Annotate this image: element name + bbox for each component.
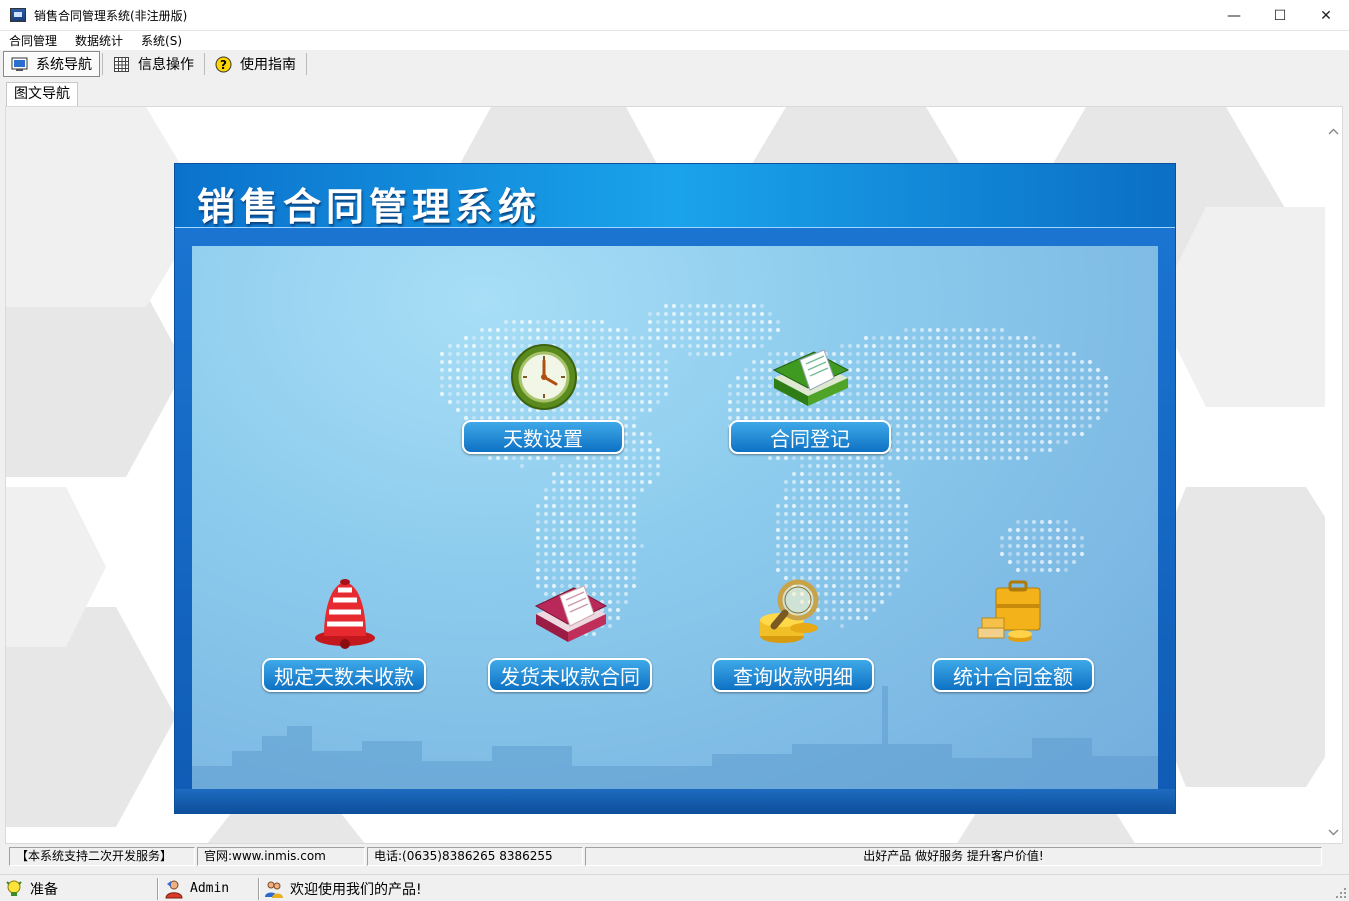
button-label: 统计合同金额 bbox=[953, 664, 1073, 689]
green-book-icon[interactable] bbox=[770, 342, 852, 415]
slogan-text: 出好产品 做好服务 提升客户价值! bbox=[585, 847, 1322, 866]
status-separator bbox=[157, 878, 159, 900]
toolbar-label: 信息操作 bbox=[138, 57, 194, 73]
info-bar: 【本系统支持二次开发服务】 官网:www.inmis.com 电话:(0635)… bbox=[0, 844, 1349, 868]
toolbar-info-ops-button[interactable]: 信息操作 bbox=[105, 51, 202, 77]
query-payment-details-button[interactable]: 查询收款明细 bbox=[712, 658, 874, 692]
website-text: 官网:www.inmis.com bbox=[197, 847, 365, 866]
overdue-unpaid-button[interactable]: 规定天数未收款 bbox=[262, 658, 426, 692]
toolbar-separator bbox=[204, 53, 205, 75]
button-label: 发货未收款合同 bbox=[500, 664, 640, 689]
contract-amount-stats-button[interactable]: 统计合同金额 bbox=[932, 658, 1094, 692]
panel-header: 销售合同管理系统 bbox=[175, 164, 1175, 229]
tab-strip: 图文导航 bbox=[0, 78, 1349, 106]
menu-bar: 合同管理 数据统计 系统(S) bbox=[0, 31, 1349, 50]
close-button[interactable]: ✕ bbox=[1303, 0, 1349, 31]
content-area: 销售合同管理系统 天数设置 合同登记 规定天数未收款 发货未收款合同 查询收款明… bbox=[5, 106, 1343, 844]
user-name: Admin bbox=[190, 881, 230, 896]
user-icon bbox=[164, 879, 184, 899]
button-label: 合同登记 bbox=[770, 426, 850, 451]
scroll-up-arrow-icon[interactable] bbox=[1325, 123, 1342, 140]
maximize-icon: ☐ bbox=[1273, 7, 1287, 24]
users-group-icon bbox=[264, 879, 284, 899]
red-book-icon[interactable] bbox=[532, 580, 610, 653]
toolbar-label: 使用指南 bbox=[240, 57, 296, 73]
status-separator bbox=[258, 878, 260, 900]
title-bar: 销售合同管理系统(非注册版) — ☐ ✕ bbox=[0, 0, 1349, 31]
grid-icon bbox=[113, 56, 130, 72]
toolbar-separator bbox=[306, 53, 307, 75]
scroll-down-arrow-icon[interactable] bbox=[1325, 824, 1342, 841]
status-text: 准备 bbox=[30, 881, 58, 898]
tab-graphic-nav[interactable]: 图文导航 bbox=[6, 82, 78, 106]
toolbar: 系统导航 信息操作 ? 使用指南 bbox=[0, 50, 1349, 78]
app-icon bbox=[10, 8, 26, 22]
status-bar: 准备 Admin 欢迎使用我们的产品! bbox=[0, 874, 1349, 901]
lightbulb-icon bbox=[4, 879, 24, 899]
briefcase-coins-icon[interactable] bbox=[974, 576, 1046, 651]
svg-text:?: ? bbox=[220, 58, 227, 72]
magnifier-coins-icon[interactable] bbox=[752, 576, 828, 651]
support-notice: 【本系统支持二次开发服务】 bbox=[9, 847, 195, 866]
resize-grip-icon[interactable] bbox=[1335, 887, 1347, 899]
menu-data-statistics[interactable]: 数据统计 bbox=[66, 32, 132, 49]
phone-text: 电话:(0635)8386265 8386255 bbox=[367, 847, 583, 866]
panel-stage: 天数设置 合同登记 规定天数未收款 发货未收款合同 查询收款明细 统计合同金额 bbox=[192, 246, 1158, 793]
status-user: Admin bbox=[164, 877, 256, 900]
button-label: 天数设置 bbox=[503, 426, 583, 451]
toolbar-user-guide-button[interactable]: ? 使用指南 bbox=[207, 51, 304, 77]
toolbar-system-nav-button[interactable]: 系统导航 bbox=[3, 51, 100, 77]
panel-footer-band bbox=[175, 789, 1175, 813]
button-label: 查询收款明细 bbox=[733, 664, 853, 689]
days-setting-button[interactable]: 天数设置 bbox=[462, 420, 624, 454]
window-title: 销售合同管理系统(非注册版) bbox=[34, 8, 188, 23]
maximize-button[interactable]: ☐ bbox=[1257, 0, 1303, 31]
status-welcome: 欢迎使用我们的产品! bbox=[264, 877, 664, 900]
window-controls: — ☐ ✕ bbox=[1211, 0, 1349, 31]
navigation-panel: 销售合同管理系统 天数设置 合同登记 规定天数未收款 发货未收款合同 查询收款明… bbox=[174, 163, 1176, 814]
menu-system[interactable]: 系统(S) bbox=[132, 32, 191, 49]
close-icon: ✕ bbox=[1320, 7, 1332, 24]
menu-contract-management[interactable]: 合同管理 bbox=[0, 32, 66, 49]
vertical-scrollbar[interactable] bbox=[1325, 107, 1342, 843]
contract-register-button[interactable]: 合同登记 bbox=[729, 420, 891, 454]
monitor-icon bbox=[11, 57, 28, 72]
clock-icon[interactable] bbox=[509, 342, 579, 415]
alarm-bell-icon[interactable] bbox=[310, 576, 380, 653]
welcome-text: 欢迎使用我们的产品! bbox=[290, 881, 422, 898]
toolbar-separator bbox=[102, 53, 103, 75]
toolbar-label: 系统导航 bbox=[36, 57, 92, 73]
status-state: 准备 bbox=[4, 877, 154, 900]
minimize-icon: — bbox=[1227, 7, 1241, 24]
minimize-button[interactable]: — bbox=[1211, 0, 1257, 31]
help-icon: ? bbox=[215, 56, 232, 72]
panel-title: 销售合同管理系统 bbox=[197, 184, 542, 229]
button-label: 规定天数未收款 bbox=[274, 664, 414, 689]
shipped-unpaid-contracts-button[interactable]: 发货未收款合同 bbox=[488, 658, 652, 692]
world-map-illustration bbox=[192, 303, 1158, 793]
